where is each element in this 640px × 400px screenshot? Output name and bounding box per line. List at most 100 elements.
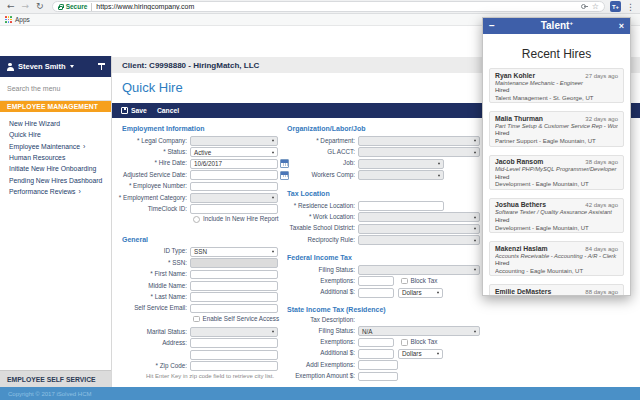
- field-label: * First Name:: [115, 271, 190, 278]
- url-text[interactable]: https://www.hiringcompany.com: [96, 3, 580, 10]
- federal-exemptions-input[interactable]: [358, 276, 394, 286]
- recent-hire-card[interactable]: Emilie DeMasters88 days ago: [489, 284, 624, 295]
- save-button[interactable]: Save: [131, 107, 147, 114]
- hire-ago: 88 days ago: [585, 288, 618, 295]
- save-icon: [121, 107, 128, 114]
- sidebar-section-employee-management[interactable]: EMPLOYEE MANAGEMENT: [0, 101, 111, 112]
- sidebar-item-label: Pending New Hires Dashboard: [9, 177, 102, 184]
- federal-block-tax-checkbox[interactable]: [401, 278, 408, 285]
- federal-filing-status-select[interactable]: [358, 265, 480, 275]
- state-filing-status-select[interactable]: N/A: [358, 326, 480, 336]
- popup-header: − Talent+ ×: [483, 18, 630, 34]
- field-label: * Hire Date:: [115, 160, 190, 167]
- workers-comp-select[interactable]: [358, 170, 444, 180]
- recent-hire-card[interactable]: Jacob Ransom38 days ago Mid-Level PHP/My…: [489, 155, 624, 190]
- field-label: * Last Name:: [115, 294, 190, 301]
- bookmark-star-icon[interactable]: ☆: [592, 3, 599, 11]
- reciprocity-rule-select[interactable]: [358, 235, 480, 245]
- apps-label[interactable]: Apps: [15, 16, 30, 23]
- field-label: Addl Exemptions:: [252, 362, 358, 369]
- job-select[interactable]: [358, 159, 444, 169]
- hire-ago: 27 days ago: [585, 72, 618, 80]
- field-label: * Department:: [252, 138, 358, 145]
- reload-icon[interactable]: ↻: [36, 2, 44, 11]
- pin-icon[interactable]: [98, 63, 105, 71]
- form-row: GL ACCT:: [252, 147, 497, 157]
- apps-grid-icon[interactable]: [5, 16, 12, 23]
- addl-exemptions-input[interactable]: [358, 360, 398, 370]
- gl-acct-select[interactable]: [358, 147, 480, 157]
- close-icon[interactable]: ×: [619, 22, 624, 31]
- padlock-icon: [58, 6, 63, 10]
- work-location-select[interactable]: [358, 212, 480, 222]
- sidebar-item-employee-maintenance[interactable]: Employee Maintenance›: [0, 141, 111, 152]
- hire-ago: 84 days ago: [585, 245, 618, 253]
- field-label: Block Tax: [411, 339, 438, 346]
- page-title: Quick Hire: [122, 80, 183, 95]
- user-name[interactable]: Steven Smith: [18, 62, 66, 71]
- field-label: GL ACCT:: [252, 149, 358, 156]
- field-label: Workers Comp:: [252, 172, 358, 179]
- include-new-hire-report-radio[interactable]: [193, 216, 200, 223]
- state-exemptions-input[interactable]: [358, 338, 394, 348]
- form-row: Exemption Amount $:: [252, 372, 497, 382]
- sidebar-item-new-hire-wizard[interactable]: New Hire Wizard: [0, 118, 111, 129]
- sidebar-item-performance-reviews[interactable]: Performance Reviews›: [0, 186, 111, 197]
- field-label: Middle Name:: [115, 283, 190, 290]
- forward-icon[interactable]: →: [22, 2, 30, 11]
- enable-self-service-checkbox[interactable]: [193, 316, 200, 323]
- department-select[interactable]: [358, 136, 480, 146]
- address-bar[interactable]: Secure https://www.hiringcompany.com ☆: [52, 1, 605, 12]
- hire-name: Makenzi Haslam: [495, 245, 548, 253]
- user-icon: [6, 63, 14, 71]
- sidebar-item-initiate-new-hire-onboarding[interactable]: Initiate New Hire Onboarding: [0, 163, 111, 174]
- back-icon[interactable]: ←: [7, 2, 15, 11]
- field-label: Self Service Email:: [115, 305, 190, 312]
- form-row: Additional $: Dollars: [252, 288, 497, 298]
- recent-hire-card[interactable]: Malia Thurman32 days ago Part Time Setup…: [489, 111, 624, 146]
- browser-toolbar: ← → ↻ Secure https://www.hiringcompany.c…: [0, 0, 640, 14]
- field-label: Reciprocity Rule:: [252, 237, 358, 244]
- exemption-amount-input[interactable]: [358, 372, 398, 382]
- recent-hire-card[interactable]: Joshua Bethers42 days ago Software Teste…: [489, 198, 624, 233]
- field-label: * Status:: [115, 149, 190, 156]
- form-row: Workers Comp:: [252, 170, 497, 180]
- field-label: Additional $:: [252, 289, 358, 296]
- browser-menu-icon[interactable]: ⋮: [626, 2, 635, 12]
- taxable-school-district-select[interactable]: [358, 224, 480, 234]
- sidebar-item-pending-new-hires-dashboard[interactable]: Pending New Hires Dashboard: [0, 174, 111, 185]
- recent-hires-list: Ryan Kohler27 days ago Maintenance Mecha…: [489, 68, 624, 295]
- sidebar-search-input[interactable]: Search the menu: [0, 77, 111, 101]
- sidebar-item-label: Initiate New Hire Onboarding: [9, 165, 96, 172]
- user-menu[interactable]: Steven Smith: [0, 56, 111, 77]
- sidebar-item-quick-hire[interactable]: Quick Hire: [0, 129, 111, 140]
- form-row: Job:: [252, 159, 497, 169]
- state-dollars-select[interactable]: Dollars: [398, 349, 443, 359]
- form-row: * Residence Location:: [252, 201, 497, 211]
- hire-dept: Accounting - Eagle Mountain, UT: [495, 268, 618, 276]
- sidebar-item-label: New Hire Wizard: [9, 120, 60, 127]
- section-heading-state-income-tax: State Income Tax (Residence): [287, 306, 497, 314]
- recent-hires-heading: Recent Hires: [483, 47, 630, 61]
- sidebar-item-label: Performance Reviews: [9, 188, 75, 195]
- talent-extension-popup: − Talent+ × Recent Hires Ryan Kohler27 d…: [482, 17, 631, 296]
- recent-hire-card[interactable]: Makenzi Haslam84 days ago Accounts Recei…: [489, 241, 624, 276]
- sidebar-section-employee-self-service[interactable]: EMPLOYEE SELF SERVICE: [0, 370, 111, 387]
- state-additional-input[interactable]: [358, 349, 394, 359]
- password-key-icon[interactable]: [580, 3, 588, 11]
- federal-dollars-select[interactable]: Dollars: [398, 288, 443, 298]
- residence-location-input[interactable]: [358, 201, 444, 211]
- talent-extension-icon[interactable]: T+: [610, 1, 621, 12]
- hire-status: Hired: [495, 217, 618, 225]
- recent-hire-card[interactable]: Ryan Kohler27 days ago Maintenance Mecha…: [489, 68, 624, 103]
- section-heading-tax-location: Tax Location: [287, 190, 497, 198]
- federal-additional-input[interactable]: [358, 288, 394, 298]
- sidebar-item-human-resources[interactable]: Human Resources: [0, 152, 111, 163]
- secure-label: Secure: [66, 3, 88, 10]
- state-block-tax-checkbox[interactable]: [401, 339, 408, 346]
- copyright-text: Copyright © 2017 iSolved HCM: [8, 391, 91, 397]
- cancel-button[interactable]: Cancel: [157, 107, 179, 114]
- hire-ago: 38 days ago: [585, 158, 618, 166]
- sidebar-menu: New Hire Wizard Quick Hire Employee Main…: [0, 112, 111, 197]
- hire-name: Jacob Ransom: [495, 158, 543, 166]
